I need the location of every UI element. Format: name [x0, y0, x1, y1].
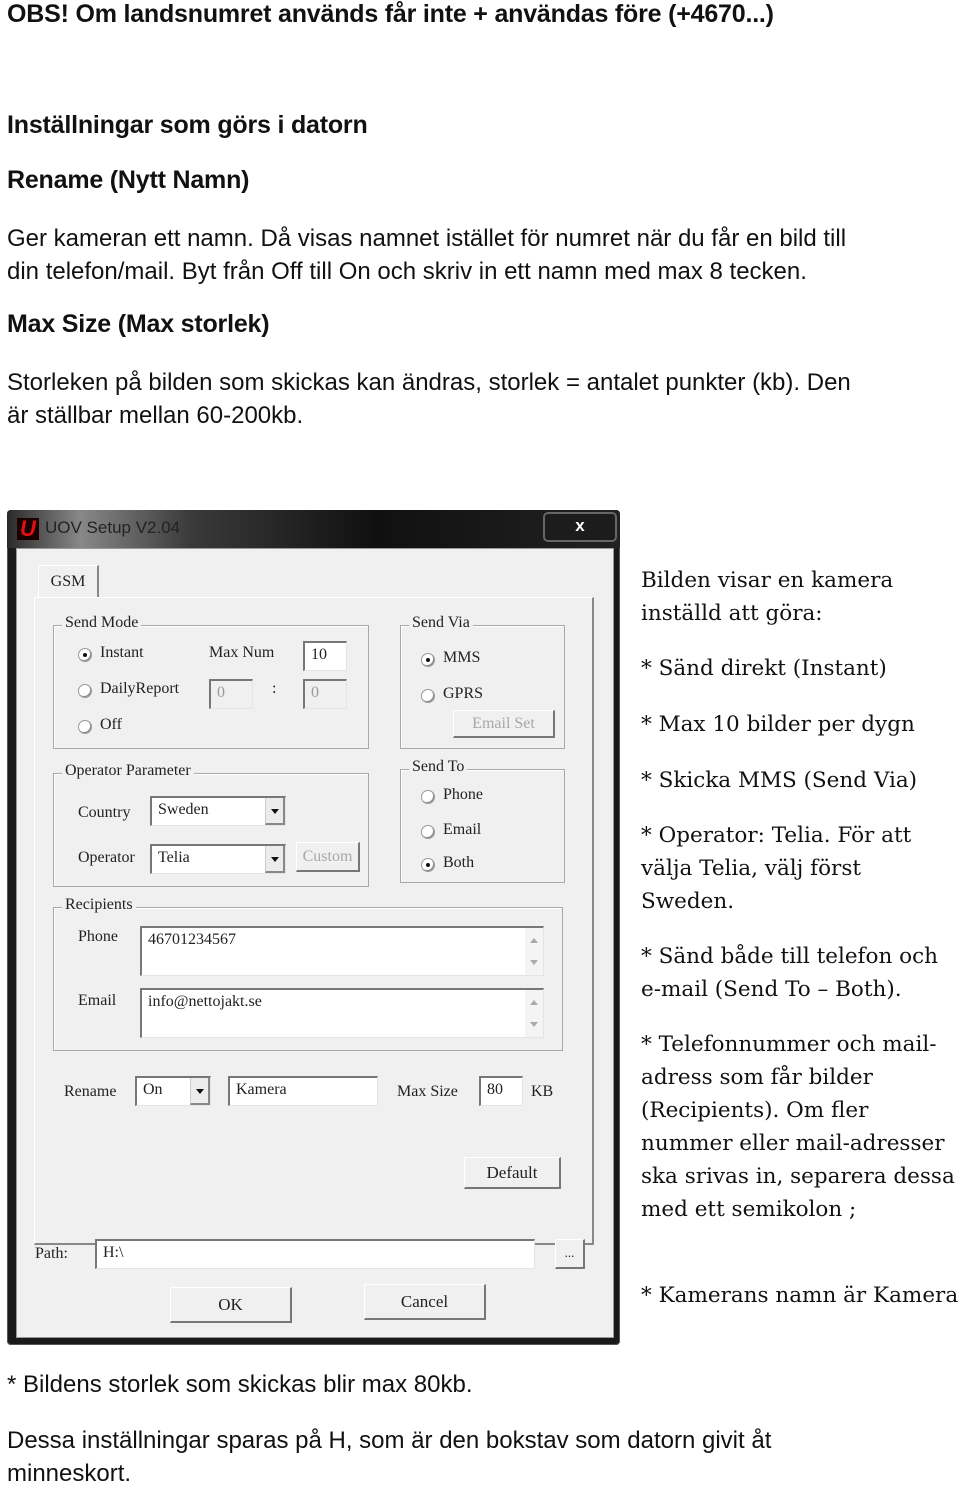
- send-mode-group: Send Mode Instant Max Num 10 DailyReport…: [53, 614, 369, 749]
- rename-paragraph-line2: din telefon/mail. Byt från Off till On o…: [7, 258, 807, 285]
- scroll-down-icon[interactable]: [530, 960, 538, 965]
- off-label: Off: [100, 716, 122, 733]
- maxsize-paragraph-line2: är ställbar mellan 60-200kb.: [7, 402, 304, 429]
- daily-hour-input[interactable]: 0: [209, 679, 253, 709]
- operator-parameter-group: Operator Parameter Country Sweden Operat…: [53, 762, 369, 887]
- ok-button[interactable]: OK: [170, 1287, 292, 1323]
- radio-off[interactable]: [78, 720, 92, 734]
- daily-minute-input[interactable]: 0: [303, 679, 347, 709]
- rename-dropdown-arrow-icon[interactable]: [190, 1078, 210, 1105]
- notes-intro: Bilden visar en kamera inställd att göra…: [641, 568, 894, 626]
- phone-recipients-textarea[interactable]: 46701234567: [140, 926, 544, 976]
- country-dropdown-arrow-icon[interactable]: [265, 798, 285, 825]
- window-title: UOV Setup V2.04: [45, 518, 181, 537]
- rename-select[interactable]: On: [135, 1076, 211, 1106]
- email-recipients-textarea[interactable]: info@nettojakt.se: [140, 988, 544, 1038]
- rename-heading: Rename (Nytt Namn): [7, 166, 250, 194]
- send-to-label: Send To: [409, 758, 468, 776]
- gprs-label: GPRS: [443, 685, 484, 702]
- radio-dailyreport[interactable]: [78, 684, 92, 698]
- dialog-client-area: GSM Send Mode Instant Max Num 10 DailyRe…: [16, 548, 614, 1338]
- max-size-input[interactable]: 80: [479, 1076, 523, 1106]
- phone-label: Phone: [78, 928, 118, 945]
- recipients-label: Recipients: [62, 896, 136, 914]
- size-footnote: * Bildens storlek som skickas blir max 8…: [7, 1371, 473, 1398]
- footer-line2: minneskort.: [7, 1460, 132, 1487]
- rename-value: On: [143, 1081, 163, 1098]
- radio-gprs[interactable]: [421, 689, 435, 703]
- operator-dropdown-arrow-icon[interactable]: [265, 846, 285, 873]
- email-label: Email: [78, 992, 117, 1009]
- send-mode-label: Send Mode: [62, 614, 142, 632]
- recipients-group: Recipients Phone 46701234567 Email info@…: [53, 896, 563, 1051]
- app-logo-icon: U: [17, 518, 39, 540]
- operator-parameter-label: Operator Parameter: [62, 762, 194, 780]
- maxsize-paragraph-line1: Storleken på bilden som skickas kan ändr…: [7, 369, 851, 396]
- send-via-label: Send Via: [409, 614, 473, 632]
- tab-gsm[interactable]: GSM: [38, 565, 99, 598]
- note-item: * Kamerans namn är Kamera: [641, 1283, 959, 1308]
- email-set-button[interactable]: Email Set: [453, 710, 555, 738]
- country-value: Sweden: [158, 801, 209, 818]
- operator-value: Telia: [158, 849, 190, 866]
- operator-label: Operator: [78, 849, 135, 866]
- uov-setup-window: U UOV Setup V2.04 x GSM Send Mode Instan…: [7, 510, 620, 1345]
- radio-instant[interactable]: [78, 648, 92, 662]
- rename-label: Rename: [64, 1083, 117, 1100]
- settings-heading: Inställningar som görs i datorn: [7, 111, 368, 139]
- kb-unit-label: KB: [531, 1083, 554, 1100]
- note-item: * Skicka MMS (Send Via): [641, 768, 918, 793]
- email-recipients-value: info@nettojakt.se: [148, 993, 262, 1010]
- email-option-label: Email: [443, 821, 482, 838]
- note-item: * Operator: Telia. För att välja Telia, …: [641, 823, 912, 914]
- notice-heading: OBS! Om landsnumret används får inte + a…: [7, 0, 774, 28]
- footer-line1: Dessa inställningar sparas på H, som är …: [7, 1427, 772, 1454]
- phone-option-label: Phone: [443, 786, 483, 803]
- scroll-up-icon[interactable]: [530, 938, 538, 943]
- country-label: Country: [78, 804, 131, 821]
- radio-phone[interactable]: [421, 790, 435, 804]
- path-input[interactable]: H:\: [95, 1239, 535, 1269]
- scroll-down-icon[interactable]: [530, 1022, 538, 1027]
- send-to-group: Send To Phone Email Both: [400, 758, 565, 883]
- email-scrollbar[interactable]: [525, 990, 543, 1037]
- note-item: * Sänd direkt (Instant): [641, 656, 887, 681]
- title-bar[interactable]: U UOV Setup V2.04 x: [7, 510, 620, 548]
- phone-recipients-value: 46701234567: [148, 931, 236, 948]
- camera-name-input[interactable]: Kamera: [228, 1076, 378, 1106]
- custom-button[interactable]: Custom: [296, 842, 360, 872]
- country-select[interactable]: Sweden: [150, 796, 286, 826]
- max-size-label: Max Size: [397, 1083, 458, 1100]
- instant-label: Instant: [100, 644, 144, 661]
- path-label: Path:: [35, 1245, 68, 1262]
- close-button[interactable]: x: [543, 512, 617, 542]
- max-num-label: Max Num: [209, 644, 275, 661]
- note-item: * Sänd både till telefon och e-mail (Sen…: [641, 944, 938, 1002]
- send-via-group: Send Via MMS GPRS Email Set: [400, 614, 565, 749]
- radio-both[interactable]: [421, 858, 435, 872]
- mms-label: MMS: [443, 649, 481, 666]
- scroll-up-icon[interactable]: [530, 1000, 538, 1005]
- browse-button[interactable]: ...: [555, 1239, 585, 1269]
- note-item: * Telefonnummer och mail-adress som får …: [641, 1032, 955, 1222]
- cancel-button[interactable]: Cancel: [364, 1284, 486, 1320]
- default-button[interactable]: Default: [464, 1157, 561, 1189]
- radio-mms[interactable]: [421, 653, 435, 667]
- max-num-input[interactable]: 10: [303, 641, 347, 671]
- operator-select[interactable]: Telia: [150, 844, 286, 874]
- rename-paragraph-line1: Ger kameran ett namn. Då visas namnet is…: [7, 225, 847, 252]
- both-option-label: Both: [443, 854, 475, 871]
- radio-email[interactable]: [421, 825, 435, 839]
- note-item: * Max 10 bilder per dygn: [641, 712, 915, 737]
- phone-scrollbar[interactable]: [525, 928, 543, 975]
- maxsize-heading: Max Size (Max storlek): [7, 310, 270, 338]
- time-separator: :: [272, 680, 277, 697]
- dailyreport-label: DailyReport: [100, 680, 180, 697]
